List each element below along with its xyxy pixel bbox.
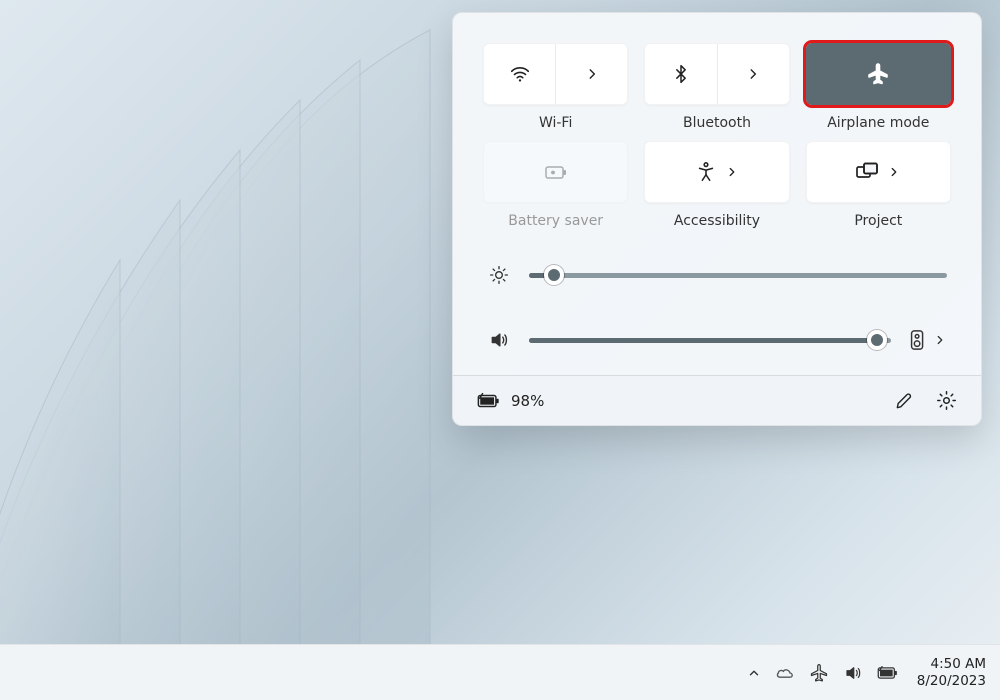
volume-slider[interactable] <box>529 338 891 343</box>
brightness-slider-row <box>487 265 947 285</box>
accessibility-tile[interactable] <box>644 141 789 203</box>
chevron-right-icon[interactable] <box>933 333 947 347</box>
taskbar-date: 8/20/2023 <box>917 673 986 690</box>
battery-percent: 98% <box>511 392 544 410</box>
bluetooth-expand[interactable] <box>718 44 789 104</box>
battery-status[interactable]: 98% <box>477 392 544 410</box>
wifi-tile[interactable] <box>483 43 628 105</box>
battery-saver-label: Battery saver <box>508 213 603 229</box>
bluetooth-icon <box>671 63 691 85</box>
onedrive-tray-icon[interactable] <box>775 665 795 681</box>
airplane-icon <box>866 62 890 86</box>
accessibility-icon <box>695 161 717 183</box>
wifi-expand[interactable] <box>556 44 627 104</box>
audio-output-icon[interactable] <box>909 329 927 351</box>
bluetooth-toggle[interactable] <box>645 44 717 104</box>
wifi-toggle[interactable] <box>484 44 556 104</box>
chevron-right-icon <box>725 165 739 179</box>
volume-tray-icon[interactable] <box>843 664 863 682</box>
battery-icon <box>477 392 501 410</box>
tray-overflow-button[interactable] <box>747 666 761 680</box>
brightness-slider[interactable] <box>529 273 947 278</box>
battery-saver-tile <box>483 141 628 203</box>
brightness-icon <box>487 265 511 285</box>
chevron-right-icon <box>585 67 599 81</box>
quick-settings-tiles: Wi-Fi Bluetooth <box>453 13 981 239</box>
taskbar-clock[interactable]: 4:50 AM 8/20/2023 <box>909 656 986 690</box>
system-tray <box>747 663 899 683</box>
battery-saver-icon <box>543 161 569 183</box>
bluetooth-label: Bluetooth <box>683 115 751 131</box>
sliders-section <box>453 239 981 375</box>
edit-quick-settings-button[interactable] <box>894 391 914 411</box>
wifi-label: Wi-Fi <box>539 115 572 131</box>
volume-icon <box>487 330 511 350</box>
battery-tray-icon[interactable] <box>877 666 899 680</box>
airplane-mode-tile[interactable] <box>806 43 951 105</box>
volume-slider-row <box>487 329 947 351</box>
settings-button[interactable] <box>936 390 957 411</box>
project-icon <box>855 162 879 182</box>
project-label: Project <box>854 213 902 229</box>
airplane-mode-label: Airplane mode <box>827 115 929 131</box>
chevron-right-icon <box>887 165 901 179</box>
project-tile[interactable] <box>806 141 951 203</box>
taskbar-time: 4:50 AM <box>917 656 986 673</box>
wifi-icon <box>509 63 531 85</box>
taskbar: 4:50 AM 8/20/2023 <box>0 644 1000 700</box>
accessibility-label: Accessibility <box>674 213 760 229</box>
quick-settings-panel: Wi-Fi Bluetooth <box>452 12 982 426</box>
quick-settings-footer: 98% <box>453 375 981 425</box>
airplane-tray-icon[interactable] <box>809 663 829 683</box>
bluetooth-tile[interactable] <box>644 43 789 105</box>
chevron-right-icon <box>746 67 760 81</box>
